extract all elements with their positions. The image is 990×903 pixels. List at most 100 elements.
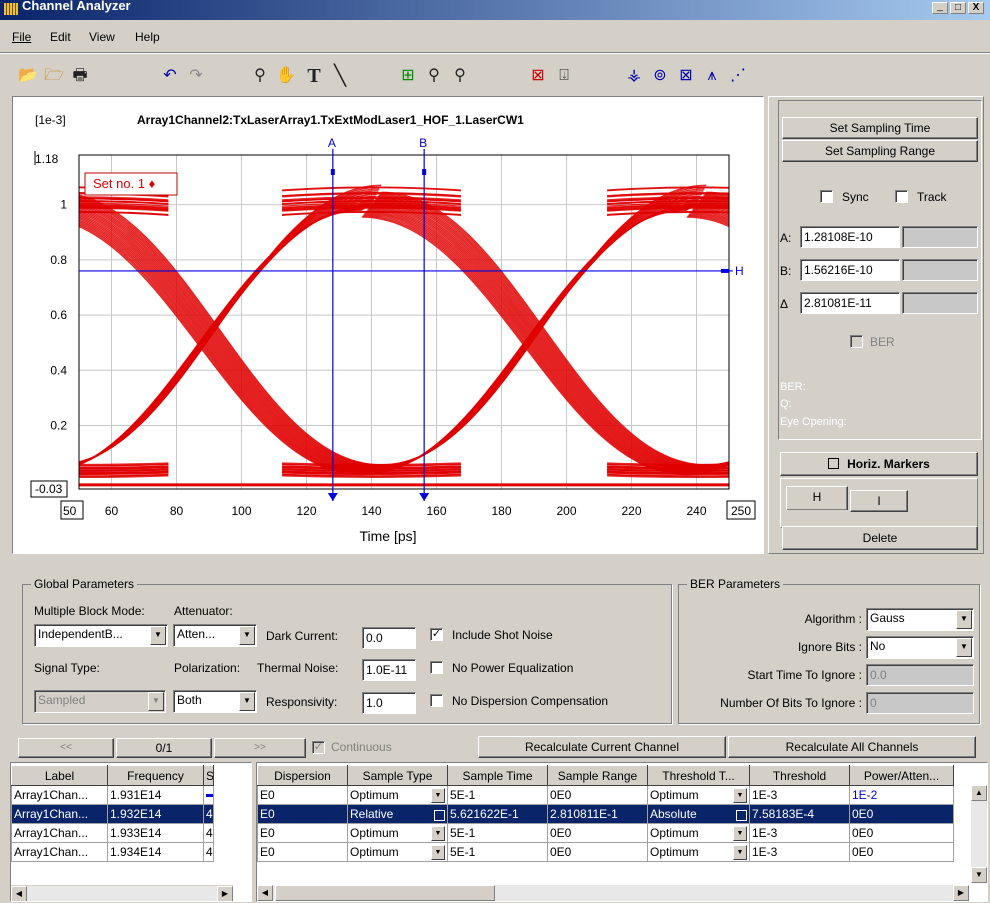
table-cell[interactable]: E0 <box>257 804 348 824</box>
column-header[interactable]: Frequency <box>107 765 204 786</box>
ignore-bits-select[interactable]: No ▼ <box>866 636 974 659</box>
left-table-hscroll[interactable]: ◀ ▶ <box>11 885 233 901</box>
no-power-equalization-checkbox[interactable] <box>430 661 443 674</box>
table-cell[interactable]: 5E-1 <box>447 785 548 805</box>
menu-edit[interactable]: Edit <box>50 30 71 44</box>
chevron-down-icon[interactable]: ▼ <box>431 844 445 860</box>
table-cell[interactable]: 2.810811E-1 <box>547 804 648 824</box>
attenuator-select[interactable]: Atten... ▼ <box>173 624 257 647</box>
table-row[interactable]: Array1Chan... 1.934E14 4.9 <box>11 842 214 862</box>
prev-page-button[interactable]: << <box>18 738 114 758</box>
menu-view[interactable]: View <box>89 30 115 44</box>
signal-type-select[interactable]: Sampled ▼ <box>34 690 166 713</box>
line-tool-icon[interactable]: ╲ <box>330 66 350 86</box>
table-row[interactable]: E0 Optimum ▼ 5E-1 0E0 Optimum ▼ 1E-3 0E0 <box>257 823 954 843</box>
table-cell[interactable]: 0E0 <box>547 842 648 862</box>
checkbox-icon[interactable] <box>434 810 445 821</box>
chevron-down-icon[interactable]: ▼ <box>733 787 747 803</box>
open-folder-icon[interactable]: 🗁 <box>44 66 64 86</box>
chevron-down-icon[interactable]: ▼ <box>733 825 747 841</box>
set-sampling-time-button[interactable]: Set Sampling Time <box>782 117 978 139</box>
include-shot-noise-checkbox[interactable]: ✓ <box>430 628 443 641</box>
menu-file[interactable]: File <box>12 30 31 44</box>
multiple-block-mode-select[interactable]: IndependentB... ▼ <box>34 624 168 647</box>
table-cell[interactable]: Optimum ▼ <box>347 785 448 805</box>
chevron-down-icon[interactable]: ▼ <box>956 638 972 657</box>
column-header[interactable]: Threshold T... <box>647 765 750 786</box>
column-header[interactable]: Dispersion <box>257 765 348 786</box>
chevron-down-icon[interactable]: ▼ <box>733 844 747 860</box>
table-cell[interactable]: Optimum ▼ <box>647 785 750 805</box>
table-cell[interactable]: 1.931E14 <box>107 785 204 805</box>
menu-help[interactable]: Help <box>135 30 160 44</box>
eye-circle-icon[interactable]: ⊚ <box>650 66 670 86</box>
table-cell[interactable]: 5E-1 <box>447 823 548 843</box>
zoom-out-icon[interactable]: ⚲ <box>450 66 470 86</box>
scroll-up-icon[interactable]: ▲ <box>971 785 987 801</box>
zoom-select-icon[interactable]: ⚲ <box>250 66 270 86</box>
table-cell[interactable]: 7.58183E-4 <box>749 804 850 824</box>
bits-to-ignore-field[interactable]: 0 <box>866 692 974 714</box>
table-cell[interactable]: 1.934E14 <box>107 842 204 862</box>
table-cell[interactable]: 0E0 <box>849 842 954 862</box>
column-header[interactable]: Label <box>11 765 108 786</box>
column-header[interactable]: Threshold <box>749 765 850 786</box>
chevron-down-icon[interactable]: ▼ <box>956 610 972 629</box>
table-row[interactable]: E0 Relative 5.621622E-1 2.810811E-1 Absolute… <box>257 804 954 824</box>
column-header[interactable]: S <box>203 765 214 786</box>
start-time-to-ignore-field[interactable]: 0.0 <box>866 664 974 686</box>
export-icon[interactable]: ⍗ <box>554 66 574 86</box>
scroll-right-icon[interactable]: ▶ <box>217 886 233 901</box>
tab-h[interactable]: H <box>786 486 848 510</box>
dark-current-field[interactable]: 0.0 <box>362 627 416 649</box>
table-cell[interactable]: 0E0 <box>849 823 954 843</box>
table-row[interactable]: Array1Chan... 1.931E14 <box>11 785 214 805</box>
recalculate-current-channel-button[interactable]: Recalculate Current Channel <box>478 736 726 758</box>
table-cell[interactable]: Optimum ▼ <box>647 842 750 862</box>
sync-checkbox[interactable] <box>820 190 833 203</box>
table-cell[interactable]: 1.932E14 <box>107 804 204 824</box>
table-row[interactable]: Array1Chan... 1.932E14 4.9 <box>11 804 214 824</box>
table-row[interactable]: E0 Optimum ▼ 5E-1 0E0 Optimum ▼ 1E-3 0E0 <box>257 842 954 862</box>
delta-field[interactable]: 2.81081E-11 <box>800 292 900 314</box>
responsivity-field[interactable]: 1.0 <box>362 692 416 714</box>
minimize-button[interactable]: _ <box>932 2 948 14</box>
text-tool-icon[interactable]: T <box>304 66 324 86</box>
ber-checkbox[interactable] <box>850 335 863 348</box>
table-cell[interactable]: Optimum ▼ <box>647 823 750 843</box>
continuous-checkbox[interactable]: ✓ <box>312 741 325 754</box>
chevron-down-icon[interactable]: ▼ <box>239 626 255 645</box>
table-cell[interactable]: 4.9 <box>203 842 214 862</box>
table-cell[interactable]: Relative <box>347 804 448 824</box>
table-cell[interactable] <box>203 785 214 805</box>
column-header[interactable]: Sample Time <box>447 765 548 786</box>
table-cell[interactable]: Array1Chan... <box>11 842 108 862</box>
column-header[interactable]: Power/Atten... <box>849 765 954 786</box>
table-cell[interactable]: Array1Chan... <box>11 804 108 824</box>
table-cell[interactable]: 1E-3 <box>749 785 850 805</box>
next-page-button[interactable]: >> <box>214 738 306 758</box>
maximize-button[interactable]: □ <box>950 2 966 14</box>
table-cell[interactable]: 0E0 <box>849 804 954 824</box>
right-table-hscroll[interactable]: ◀ ▶ <box>257 885 969 901</box>
chevron-down-icon[interactable]: ▼ <box>431 787 445 803</box>
eye-diagram-icon[interactable]: ⚶ <box>624 66 644 86</box>
marker-a-field[interactable]: 1.28108E-10 <box>800 226 900 248</box>
polarization-select[interactable]: Both ▼ <box>173 690 257 713</box>
horiz-markers-button[interactable]: Horiz. Markers <box>780 452 978 476</box>
chevron-down-icon[interactable]: ▼ <box>239 692 255 711</box>
chevron-down-icon[interactable]: ▼ <box>150 626 166 645</box>
table-cell[interactable]: Optimum ▼ <box>347 842 448 862</box>
checkbox-icon[interactable] <box>736 810 747 821</box>
marker-b-field[interactable]: 1.56216E-10 <box>800 259 900 281</box>
close-button[interactable]: X <box>968 2 984 14</box>
recalculate-all-channels-button[interactable]: Recalculate All Channels <box>728 736 976 758</box>
grid-icon[interactable]: ⊠ <box>676 66 696 86</box>
scroll-down-icon[interactable]: ▼ <box>971 867 987 883</box>
scroll-left-icon[interactable]: ◀ <box>11 886 27 901</box>
table-cell[interactable]: 1.933E14 <box>107 823 204 843</box>
delete-marker-button[interactable]: Delete <box>782 526 978 550</box>
column-header[interactable]: Sample Type <box>347 765 448 786</box>
scroll-thumb[interactable] <box>275 885 495 901</box>
table-row[interactable]: E0 Optimum ▼ 5E-1 0E0 Optimum ▼ 1E-3 1E-2 <box>257 785 954 805</box>
